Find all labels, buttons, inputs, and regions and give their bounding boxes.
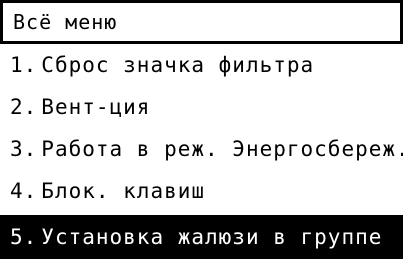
menu-item-label: Сброс значка фильтра bbox=[41, 53, 315, 77]
menu-item-label: Блок. клавиш bbox=[41, 179, 206, 203]
menu-item-key-lock[interactable]: 4. Блок. клавиш bbox=[0, 170, 403, 212]
menu-item-number: 1. bbox=[10, 53, 38, 77]
menu-item-number: 2. bbox=[10, 95, 38, 119]
menu-title: Всё меню bbox=[13, 10, 118, 34]
menu-item-number: 3. bbox=[10, 137, 38, 161]
menu-header: Всё меню bbox=[0, 0, 403, 44]
menu-item-ventilation[interactable]: 2. Вент-ция bbox=[0, 86, 403, 128]
menu-screen: Всё меню 1. Сброс значка фильтра 2. Вент… bbox=[0, 0, 403, 259]
menu-item-number: 4. bbox=[10, 179, 38, 203]
menu-item-label: Работа в реж. Энергосбереж. bbox=[41, 137, 403, 161]
menu-item-energy-saving[interactable]: 3. Работа в реж. Энергосбереж. bbox=[0, 128, 403, 170]
menu-list: 1. Сброс значка фильтра 2. Вент-ция 3. Р… bbox=[0, 44, 403, 259]
menu-item-filter-reset[interactable]: 1. Сброс значка фильтра bbox=[0, 44, 403, 86]
menu-item-label: Установка жалюзи в группе bbox=[41, 225, 383, 249]
menu-item-louver-group[interactable]: 5. Установка жалюзи в группе bbox=[0, 215, 403, 259]
menu-item-number: 5. bbox=[10, 225, 38, 249]
menu-item-label: Вент-ция bbox=[41, 95, 151, 119]
